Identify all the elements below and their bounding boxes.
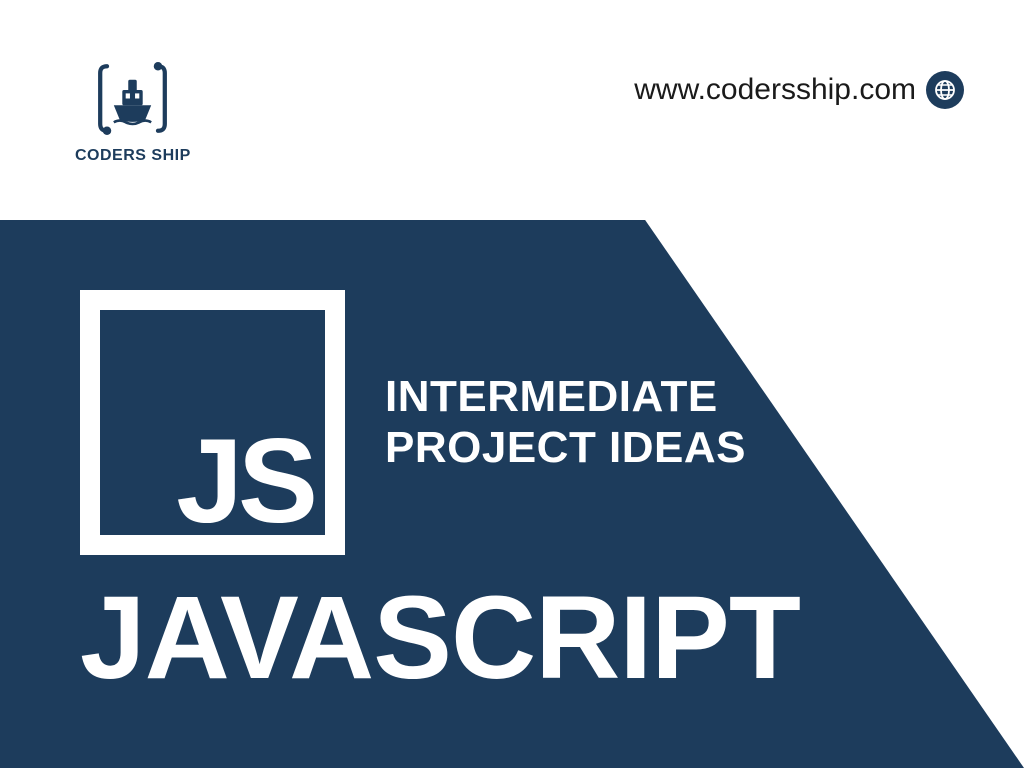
banner-main-title: JAVASCRIPT: [80, 579, 1024, 697]
ship-logo-icon: [90, 56, 175, 141]
globe-icon: [926, 71, 964, 109]
subtitle-line-1: INTERMEDIATE: [385, 372, 746, 423]
website-url[interactable]: www.codersship.com: [634, 73, 916, 107]
banner-subtitle: INTERMEDIATE PROJECT IDEAS: [385, 372, 746, 473]
brand-logo: CODERS SHIP: [75, 56, 191, 165]
website-url-container: www.codersship.com: [634, 71, 964, 109]
subtitle-line-2: PROJECT IDEAS: [385, 423, 746, 474]
js-logo-box: JS: [80, 290, 345, 555]
js-logo-text: JS: [176, 433, 313, 529]
banner-content: JS INTERMEDIATE PROJECT IDEAS JAVASCRIPT: [0, 220, 1024, 768]
banner-top-row: JS INTERMEDIATE PROJECT IDEAS: [80, 290, 1024, 555]
brand-name: CODERS SHIP: [75, 147, 191, 165]
header: CODERS SHIP www.codersship.com: [0, 0, 1024, 220]
